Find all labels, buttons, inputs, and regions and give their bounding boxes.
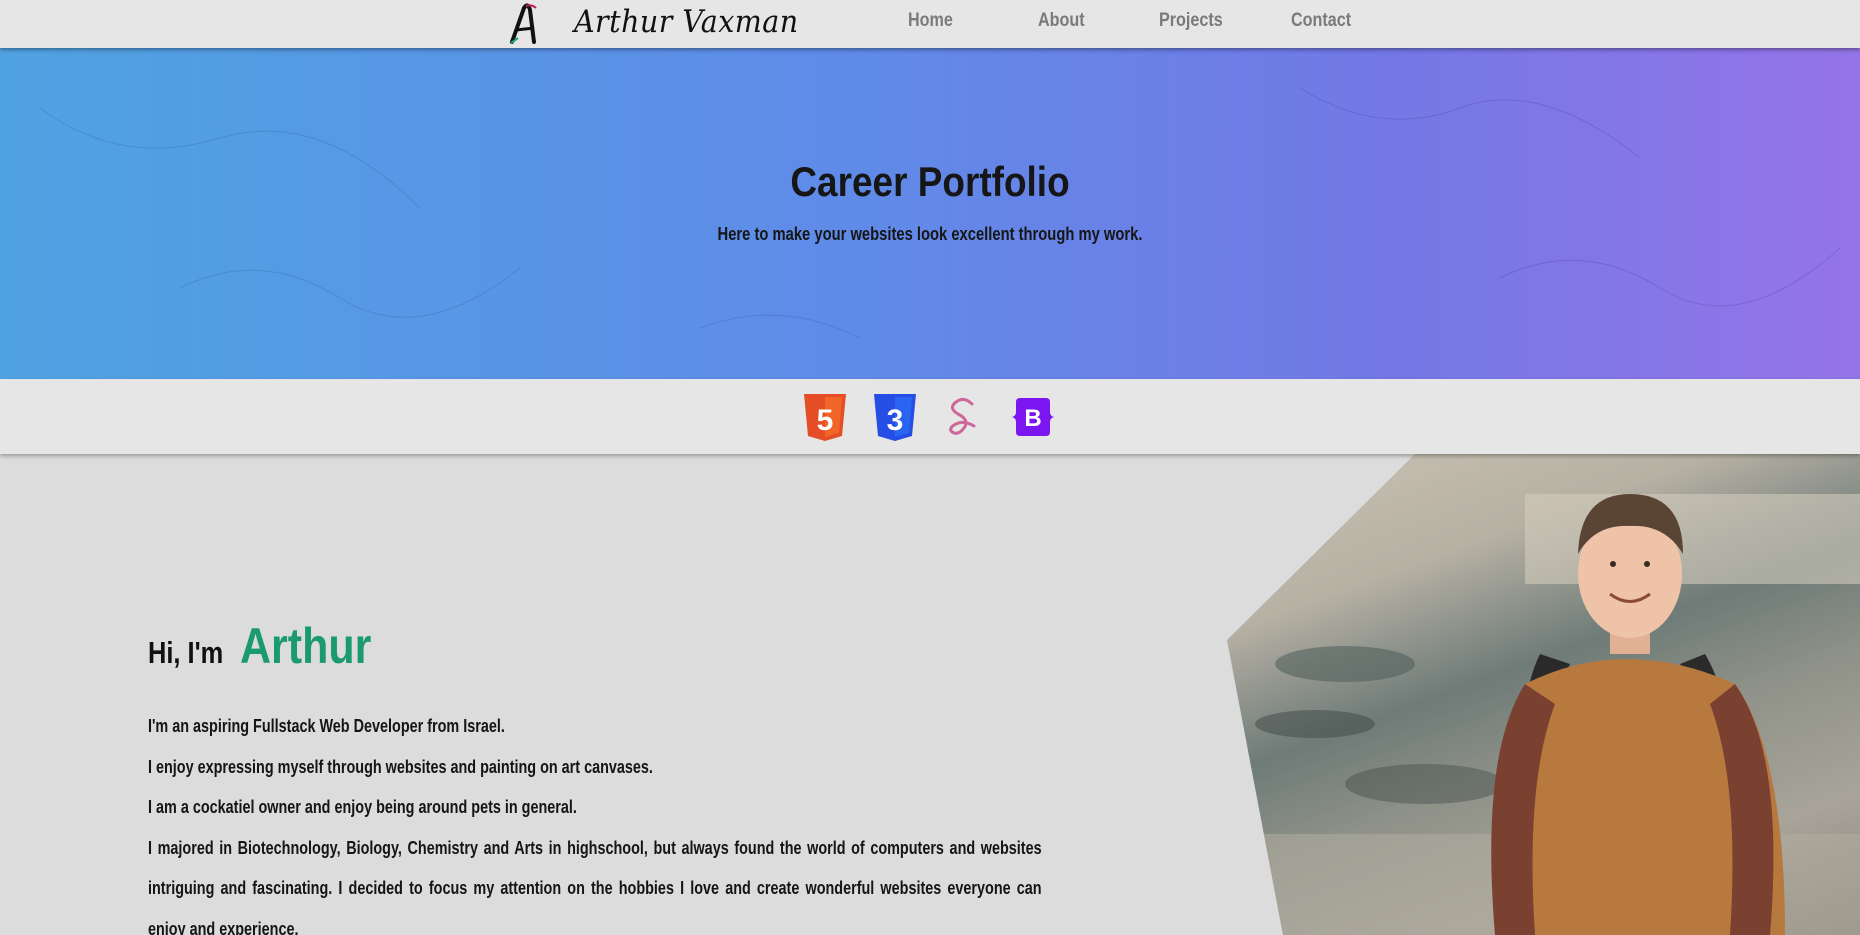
tech-stack-strip: 5 3 B	[0, 379, 1860, 454]
svg-text:3: 3	[887, 404, 904, 437]
greeting-heading: Hi, I'm Arthur	[148, 617, 393, 675]
nav-contact[interactable]: Contact	[1291, 10, 1351, 32]
sass-icon	[949, 397, 976, 435]
svg-text:B: B	[1024, 405, 1041, 432]
hero-banner: Career Portfolio Here to make your websi…	[0, 48, 1860, 379]
bio-paragraph: I'm an aspiring Fullstack Web Developer …	[148, 716, 505, 736]
bio-paragraph: I enjoy expressing myself through websit…	[148, 756, 653, 777]
profile-photo	[1227, 454, 1860, 935]
bootstrap-icon: B	[1012, 398, 1054, 436]
navbar: Arthur Vaxman Home About Projects Contac…	[0, 0, 1860, 48]
svg-text:5: 5	[817, 404, 834, 437]
html5-icon: 5	[804, 394, 846, 441]
logo-icon[interactable]	[508, 2, 544, 46]
bio-paragraph: I majored in Biotechnology, Biology, Che…	[148, 837, 1042, 935]
hero-title: Career Portfolio	[790, 158, 1070, 205]
bio-paragraph: I am a cockatiel owner and enjoy being a…	[148, 797, 577, 817]
profile-photo-illustration	[1227, 494, 1860, 935]
css3-icon: 3	[874, 394, 916, 441]
greeting-name: Arthur	[240, 618, 372, 674]
bio-text: I'm an aspiring Fullstack Web Developer …	[148, 706, 1042, 935]
hero-texture	[39, 87, 1841, 339]
hero-subtitle: Here to make your websites look excellen…	[717, 224, 1143, 244]
nav-about[interactable]: About	[1038, 10, 1085, 32]
nav-home[interactable]: Home	[908, 10, 953, 32]
nav-projects[interactable]: Projects	[1159, 10, 1223, 32]
greeting-text: Hi, I'm	[148, 635, 224, 670]
about-section: Hi, I'm Arthur I'm an aspiring Fullstack…	[0, 454, 1860, 935]
brand-name[interactable]: Arthur Vaxman	[574, 4, 799, 40]
